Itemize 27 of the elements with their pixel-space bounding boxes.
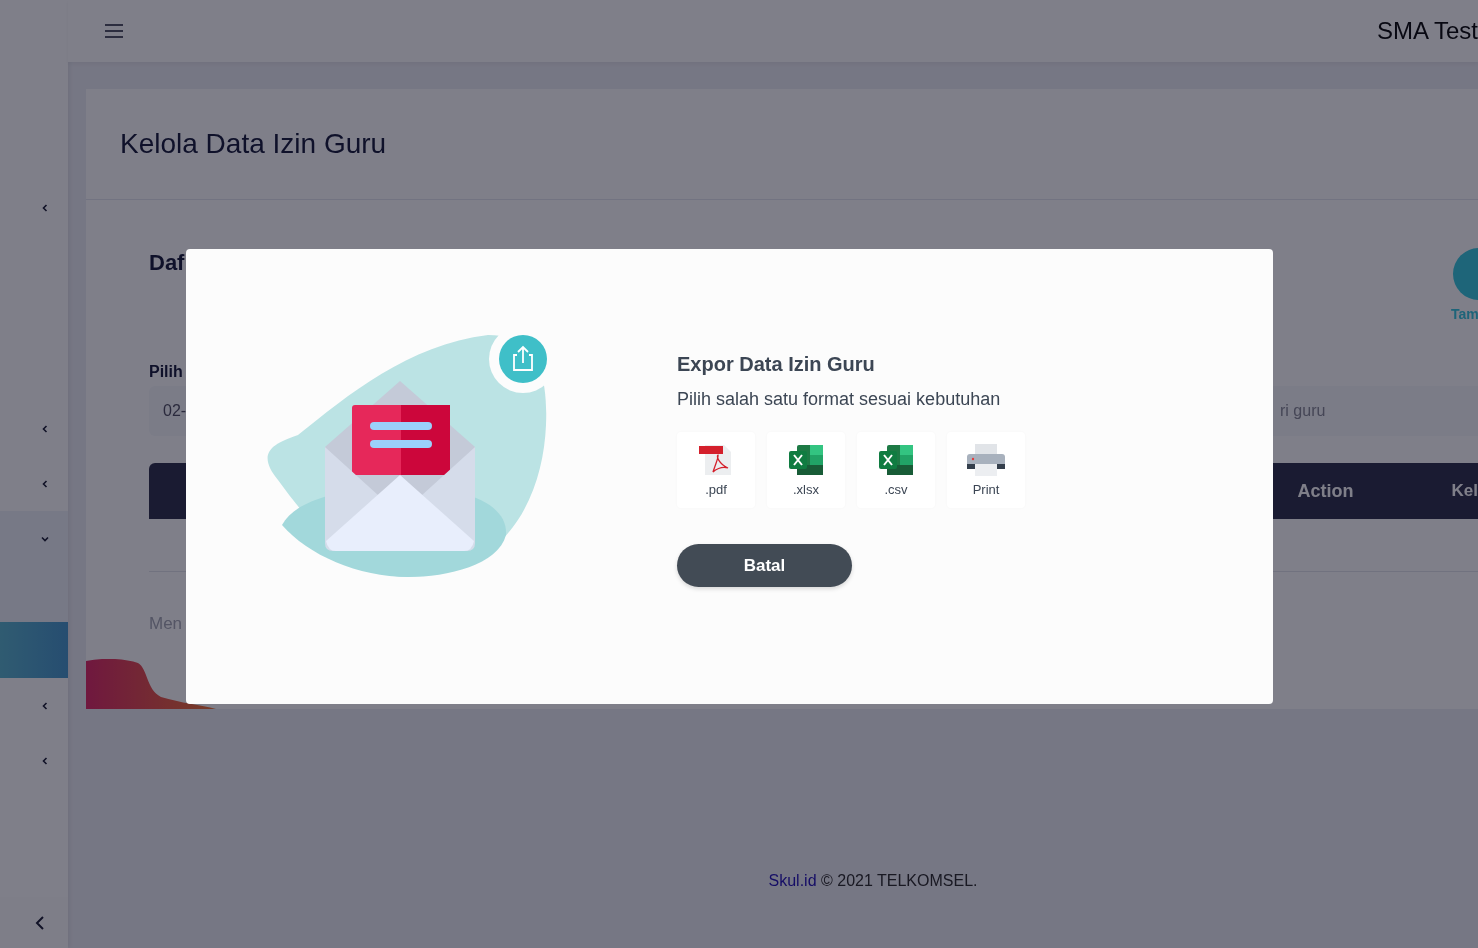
spreadsheet-icon (789, 443, 823, 476)
column-header: Kel (1451, 481, 1478, 501)
menu-icon[interactable] (105, 24, 123, 38)
page-title: Kelola Data Izin Guru (120, 128, 387, 160)
dialog-subtitle: Pilih salah satu format sesuai kebutuhan (677, 389, 1002, 410)
spreadsheet-icon (879, 443, 913, 476)
chevron-icon (40, 202, 50, 213)
sidebar-subitem[interactable] (0, 566, 68, 622)
cancel-button[interactable]: Batal (677, 544, 852, 587)
filter-label: Pilih (149, 363, 183, 382)
sidebar-subitem[interactable] (0, 622, 68, 678)
add-label: Tam (1451, 306, 1478, 322)
chevron-icon (40, 423, 50, 434)
chevron-icon (40, 755, 50, 766)
footer-link[interactable]: Skul.id (768, 872, 817, 889)
sidebar-item[interactable] (0, 511, 68, 566)
chevron-icon (40, 700, 50, 711)
dialog-title: Expor Data Izin Guru (677, 353, 876, 376)
share-icon[interactable] (499, 335, 547, 383)
chevron-icon (40, 478, 50, 489)
printer-icon (967, 443, 1005, 476)
school-name: SMA Test (1377, 17, 1478, 45)
footer-text: Skul.id © 2021 TELKOMSEL. (767, 872, 979, 891)
pdf-file-icon (699, 443, 733, 476)
column-header: Action (1297, 480, 1354, 502)
collapse-icon[interactable] (34, 914, 46, 931)
section-title: Daf (149, 250, 185, 276)
